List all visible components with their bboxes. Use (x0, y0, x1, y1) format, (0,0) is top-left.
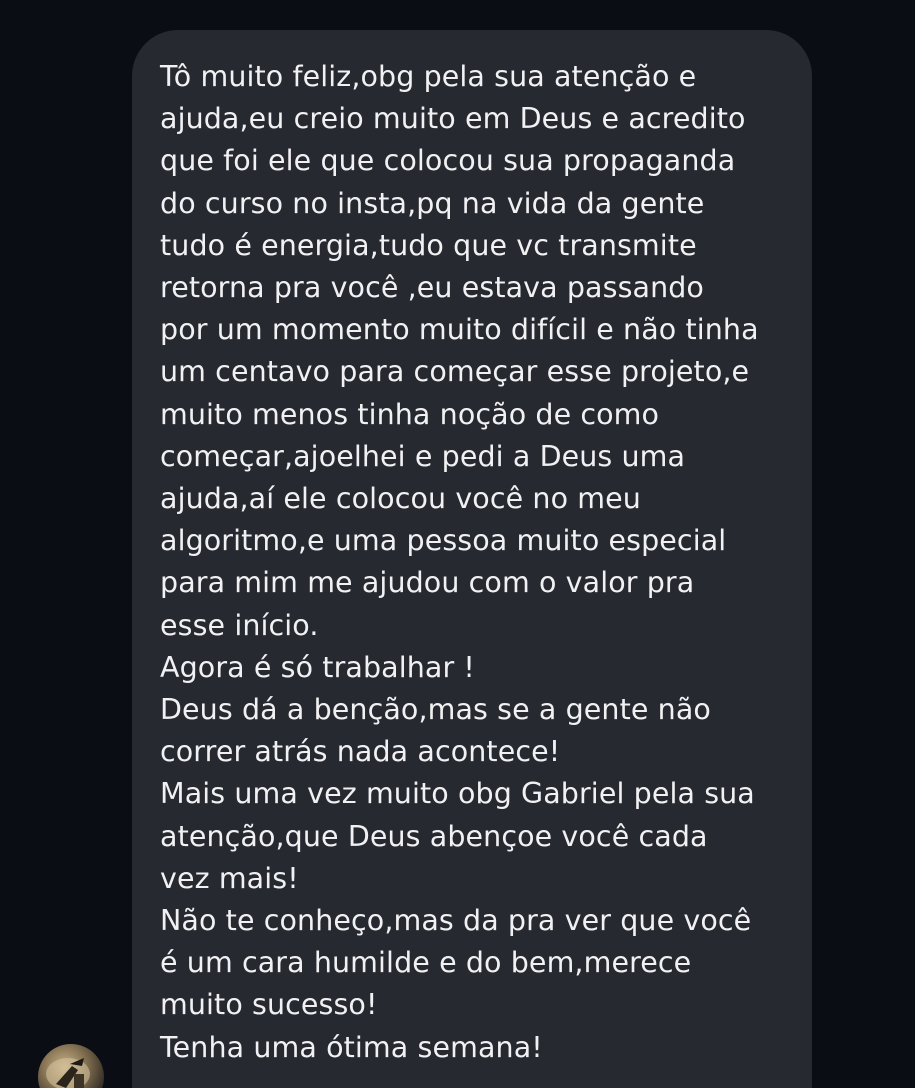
message-line: por um momento muito difícil e não tinha (160, 313, 759, 347)
message-line: ajuda,eu creio muito em Deus e acredito (160, 102, 746, 136)
message-line: atenção,que Deus abençoe você cada (160, 819, 708, 853)
message-line: do curso no insta,pq na vida da gente (160, 186, 705, 220)
message-line: para mim me ajudou com o valor pra (160, 566, 695, 600)
message-line: algoritmo,e uma pessoa muito especial (160, 524, 727, 558)
message-line: tudo é energia,tudo que vc transmite (160, 228, 697, 262)
sender-avatar[interactable] (38, 1044, 104, 1088)
message-line: retorna pra você ,eu estava passando (160, 271, 704, 305)
message-text: Tô muito feliz,obg pela sua atenção e aj… (160, 56, 784, 1069)
user-avatar-photo-icon (46, 1058, 90, 1088)
message-line: começar,ajoelhei e pedi a Deus uma (160, 439, 686, 473)
message-line: um centavo para começar esse projeto,e (160, 355, 750, 389)
message-line: correr atrás nada acontece! (160, 735, 561, 769)
message-line: Deus dá a benção,mas se a gente não (160, 693, 711, 727)
message-line: Tô muito feliz,obg pela sua atenção e (160, 60, 697, 93)
message-line: muito menos tinha noção de como (160, 397, 660, 431)
message-line: Não te conheço,mas da pra ver que você (160, 904, 752, 938)
message-line: Mais uma vez muito obg Gabriel pela sua (160, 777, 755, 811)
message-line: é um cara humilde e do bem,merece (160, 946, 692, 980)
message-line: esse início. (160, 608, 319, 642)
message-line: vez mais! (160, 861, 299, 895)
message-line: Tenha uma ótima semana! (160, 1030, 543, 1064)
chat-screen: Tô muito feliz,obg pela sua atenção e aj… (0, 0, 915, 1088)
message-line: que foi ele que colocou sua propaganda (160, 144, 736, 178)
received-message-bubble[interactable]: Tô muito feliz,obg pela sua atenção e aj… (132, 30, 812, 1088)
message-line: ajuda,aí ele colocou você no meu (160, 482, 641, 516)
message-line: muito sucesso! (160, 988, 378, 1022)
message-line: Agora é só trabalhar ! (160, 650, 475, 684)
